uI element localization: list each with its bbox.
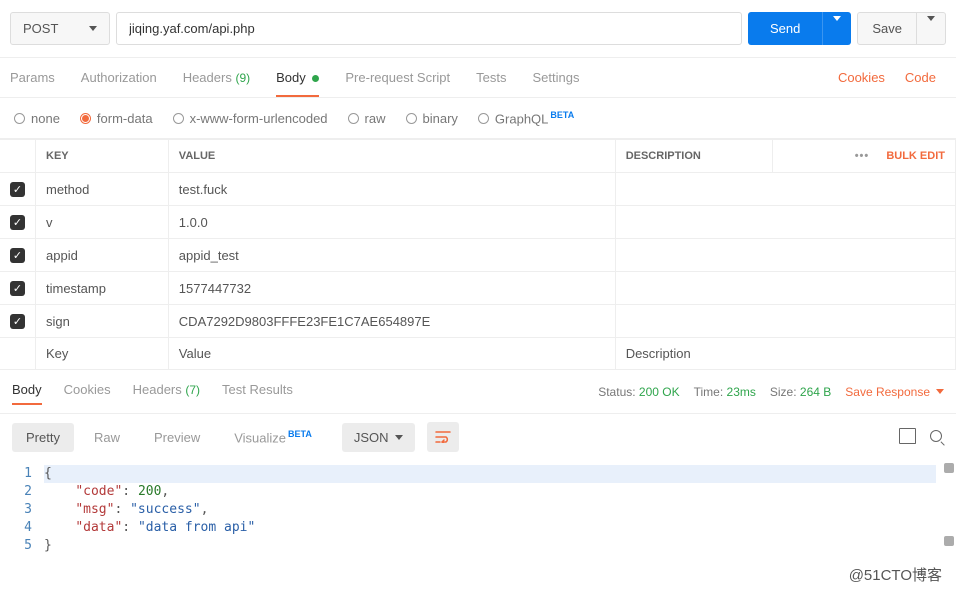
body-type-graphql[interactable]: GraphQLBETA (478, 110, 574, 126)
send-label: Send (748, 12, 822, 45)
body-type-urlencoded[interactable]: x-www-form-urlencoded (173, 111, 328, 126)
tab-tests[interactable]: Tests (476, 58, 506, 97)
resp-tab-body[interactable]: Body (12, 378, 42, 405)
radio-icon (478, 113, 489, 124)
cell-key[interactable]: method (36, 173, 169, 206)
status-value: 200 OK (639, 385, 680, 399)
url-input[interactable] (116, 12, 742, 45)
body-modified-dot (312, 75, 319, 82)
table-row-new[interactable]: Key Value Description (0, 338, 956, 370)
cell-description[interactable] (615, 239, 955, 272)
resp-tab-cookies[interactable]: Cookies (64, 378, 111, 405)
table-row: ✓ appid appid_test (0, 239, 956, 272)
method-select[interactable]: POST (10, 12, 110, 45)
save-button[interactable]: Save (857, 12, 946, 45)
method-value: POST (23, 21, 58, 36)
size-value: 264 B (800, 385, 831, 399)
body-type-binary[interactable]: binary (406, 111, 458, 126)
more-options-icon[interactable]: ••• (855, 150, 870, 162)
value-placeholder[interactable]: Value (168, 338, 615, 370)
response-body-editor[interactable]: 12345 { "code": 200, "msg": "success", "… (0, 461, 956, 559)
save-dropdown[interactable] (916, 13, 945, 44)
chevron-down-icon (936, 389, 944, 394)
radio-icon (14, 113, 25, 124)
save-label: Save (858, 13, 916, 44)
form-data-table: KEY VALUE DESCRIPTION ••• Bulk Edit ✓ me… (0, 139, 956, 370)
beta-badge: BETA (288, 429, 312, 439)
checkbox[interactable]: ✓ (10, 281, 25, 296)
checkbox[interactable]: ✓ (10, 182, 25, 197)
radio-icon (80, 113, 91, 124)
tab-body[interactable]: Body (276, 58, 319, 97)
view-visualize[interactable]: VisualizeBETA (220, 422, 326, 452)
chevron-down-icon (927, 16, 935, 36)
cell-description[interactable] (615, 305, 955, 338)
checkbox[interactable]: ✓ (10, 314, 25, 329)
send-button[interactable]: Send (748, 12, 851, 45)
table-row: ✓ v 1.0.0 (0, 206, 956, 239)
key-placeholder[interactable]: Key (36, 338, 169, 370)
tab-headers[interactable]: Headers (9) (183, 58, 250, 97)
tab-prerequest[interactable]: Pre-request Script (345, 58, 450, 97)
checkbox[interactable]: ✓ (10, 215, 25, 230)
tab-body-label: Body (276, 70, 306, 85)
th-key: KEY (36, 140, 169, 173)
cell-value[interactable]: 1577447732 (168, 272, 615, 305)
th-value: VALUE (168, 140, 615, 173)
code-link[interactable]: Code (895, 70, 946, 85)
tab-headers-label: Headers (183, 70, 232, 85)
headers-count: (9) (235, 71, 250, 85)
search-icon[interactable] (930, 430, 944, 444)
cell-value[interactable]: CDA7292D9803FFFE23FE1C7AE654897E (168, 305, 615, 338)
resp-tab-headers[interactable]: Headers (7) (133, 378, 200, 405)
body-type-form-data[interactable]: form-data (80, 111, 153, 126)
cell-value[interactable]: 1.0.0 (168, 206, 615, 239)
save-response-button[interactable]: Save Response (845, 385, 944, 399)
body-type-raw[interactable]: raw (348, 111, 386, 126)
resp-headers-count: (7) (185, 383, 200, 397)
watermark: @51CTO博客 (849, 564, 942, 585)
cell-value[interactable]: test.fuck (168, 173, 615, 206)
checkbox[interactable]: ✓ (10, 248, 25, 263)
cell-key[interactable]: sign (36, 305, 169, 338)
cookies-link[interactable]: Cookies (828, 70, 895, 85)
th-description: DESCRIPTION (615, 140, 773, 173)
copy-icon[interactable] (901, 430, 916, 444)
beta-badge: BETA (550, 110, 574, 120)
view-raw[interactable]: Raw (80, 423, 134, 452)
resp-tab-testresults[interactable]: Test Results (222, 378, 293, 405)
radio-icon (406, 113, 417, 124)
cell-description[interactable] (615, 272, 955, 305)
cell-value[interactable]: appid_test (168, 239, 615, 272)
bulk-edit-link[interactable]: Bulk Edit (886, 150, 945, 162)
tab-settings[interactable]: Settings (533, 58, 580, 97)
wrap-lines-button[interactable] (427, 422, 459, 452)
cell-key[interactable]: appid (36, 239, 169, 272)
chevron-down-icon (395, 435, 403, 440)
format-select[interactable]: JSON (342, 423, 415, 452)
cell-key[interactable]: timestamp (36, 272, 169, 305)
chevron-down-icon (89, 26, 97, 31)
cell-description[interactable] (615, 206, 955, 239)
chevron-down-icon (833, 16, 841, 36)
tab-params[interactable]: Params (10, 58, 55, 97)
cell-key[interactable]: v (36, 206, 169, 239)
time-value: 23ms (727, 385, 756, 399)
description-placeholder[interactable]: Description (615, 338, 955, 370)
table-row: ✓ sign CDA7292D9803FFFE23FE1C7AE654897E (0, 305, 956, 338)
radio-icon (173, 113, 184, 124)
tab-authorization[interactable]: Authorization (81, 58, 157, 97)
cell-description[interactable] (615, 173, 955, 206)
table-row: ✓ timestamp 1577447732 (0, 272, 956, 305)
table-row: ✓ method test.fuck (0, 173, 956, 206)
view-preview[interactable]: Preview (140, 423, 214, 452)
scrollbar-thumb[interactable] (944, 463, 954, 473)
send-dropdown[interactable] (822, 12, 851, 45)
scrollbar-thumb[interactable] (944, 536, 954, 546)
view-pretty[interactable]: Pretty (12, 423, 74, 452)
body-type-none[interactable]: none (14, 111, 60, 126)
radio-icon (348, 113, 359, 124)
